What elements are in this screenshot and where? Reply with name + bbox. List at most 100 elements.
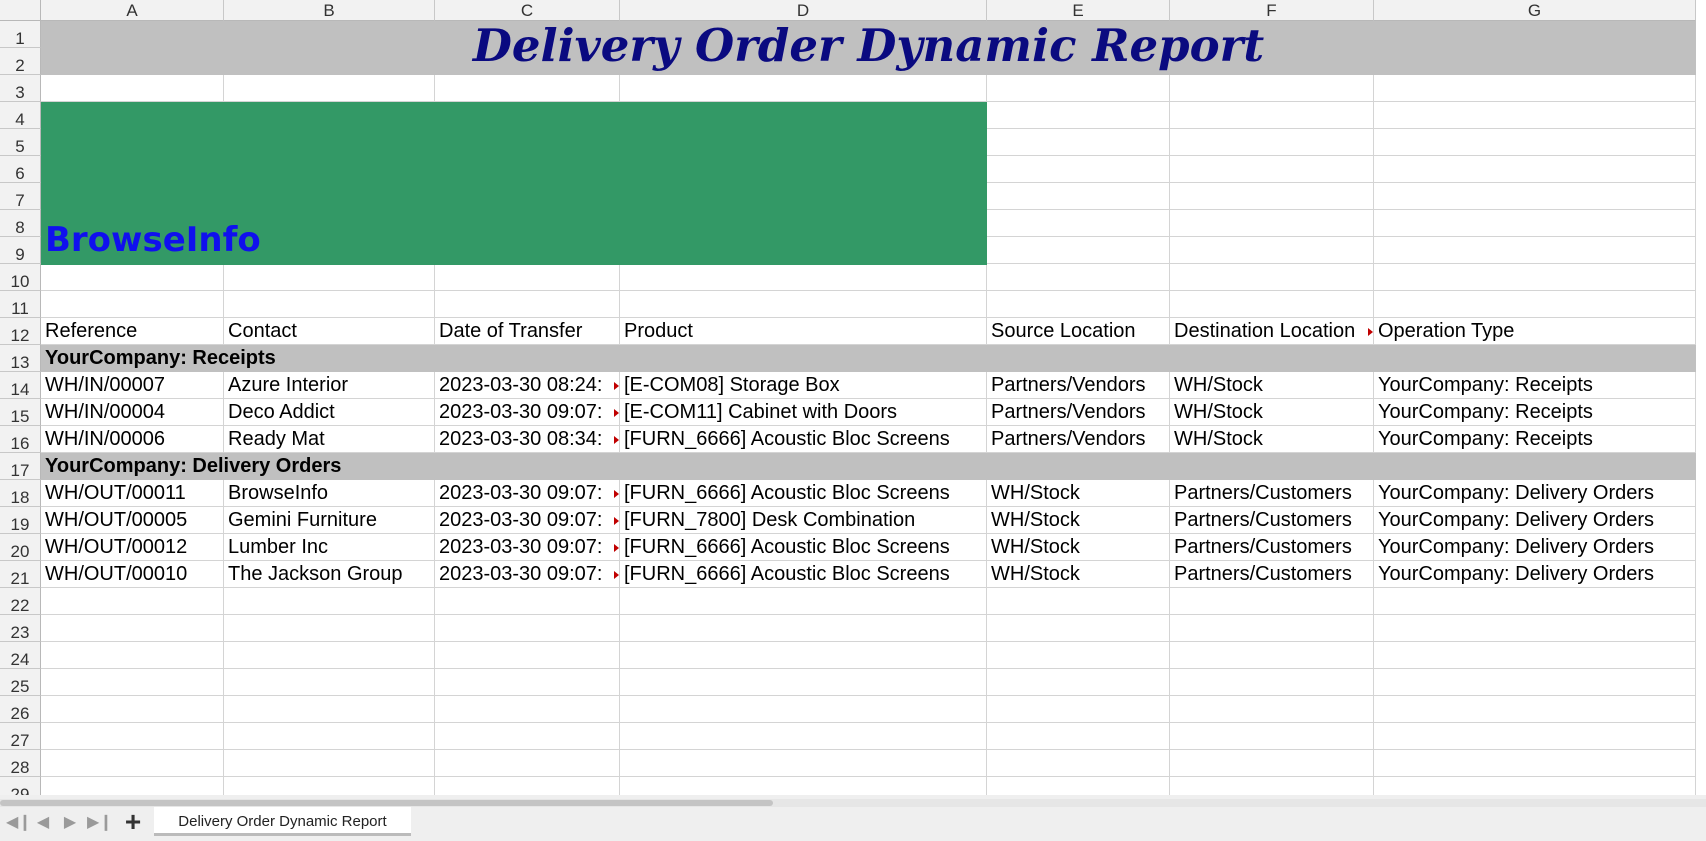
row-header-22[interactable]: 22 — [0, 588, 41, 615]
row-header-4[interactable]: 4 — [0, 102, 41, 129]
table-cell[interactable]: [FURN_6666] Acoustic Bloc Screens — [620, 426, 987, 453]
table-cell[interactable]: [FURN_6666] Acoustic Bloc Screens — [620, 561, 987, 588]
table-cell[interactable]: 2023-03-30 08:24: — [435, 372, 620, 399]
table-cell[interactable]: WH/Stock — [987, 561, 1170, 588]
group-header-cell[interactable]: YourCompany: Delivery Orders — [41, 453, 641, 480]
first-sheet-icon[interactable]: ◀❙ — [6, 812, 32, 834]
table-cell[interactable]: Partners/Customers — [1170, 561, 1374, 588]
table-cell[interactable]: YourCompany: Delivery Orders — [1374, 480, 1696, 507]
table-cell[interactable]: YourCompany: Delivery Orders — [1374, 507, 1696, 534]
table-cell[interactable]: WH/IN/00007 — [41, 372, 224, 399]
row-header-12[interactable]: 12 — [0, 318, 41, 345]
table-cell[interactable]: [E-COM11] Cabinet with Doors — [620, 399, 987, 426]
column-title-cell[interactable]: Destination Location — [1170, 318, 1374, 345]
column-header-d[interactable]: D — [620, 0, 987, 21]
row-header-18[interactable]: 18 — [0, 480, 41, 507]
table-cell[interactable]: Deco Addict — [224, 399, 435, 426]
column-header-c[interactable]: C — [435, 0, 620, 21]
table-cell[interactable]: YourCompany: Receipts — [1374, 399, 1696, 426]
table-cell[interactable]: Gemini Furniture — [224, 507, 435, 534]
table-cell[interactable]: 2023-03-30 09:07: — [435, 399, 620, 426]
table-cell[interactable]: [FURN_6666] Acoustic Bloc Screens — [620, 480, 987, 507]
row-header-23[interactable]: 23 — [0, 615, 41, 642]
table-cell[interactable]: 2023-03-30 09:07: — [435, 534, 620, 561]
table-cell[interactable]: WH/Stock — [1170, 426, 1374, 453]
row-header-27[interactable]: 27 — [0, 723, 41, 750]
table-cell[interactable]: YourCompany: Delivery Orders — [1374, 534, 1696, 561]
spreadsheet-grid[interactable]: ABCDEFG 1 2 3 4 5 6 7 8 9 10 11 12 13 14 15 16 17 18 19 20 2… — [0, 0, 1706, 795]
table-cell[interactable]: 2023-03-30 08:34: — [435, 426, 620, 453]
table-cell[interactable]: WH/OUT/00012 — [41, 534, 224, 561]
table-cell[interactable]: WH/Stock — [1170, 372, 1374, 399]
table-cell[interactable]: Partners/Vendors — [987, 426, 1170, 453]
column-title-cell[interactable]: Operation Type — [1374, 318, 1696, 345]
table-cell[interactable]: WH/OUT/00010 — [41, 561, 224, 588]
table-cell[interactable]: The Jackson Group — [224, 561, 435, 588]
row-header-24[interactable]: 24 — [0, 642, 41, 669]
row-header-19[interactable]: 19 — [0, 507, 41, 534]
add-sheet-icon[interactable]: + — [120, 808, 146, 836]
table-cell[interactable]: WH/Stock — [987, 480, 1170, 507]
row-header-13[interactable]: 13 — [0, 345, 41, 372]
table-cell[interactable]: WH/OUT/00011 — [41, 480, 224, 507]
table-cell[interactable]: BrowseInfo — [224, 480, 435, 507]
row-header-9[interactable]: 9 — [0, 237, 41, 264]
table-cell[interactable]: WH/Stock — [987, 534, 1170, 561]
scrollbar-thumb[interactable] — [0, 800, 773, 806]
table-cell[interactable]: 2023-03-30 09:07: — [435, 480, 620, 507]
table-cell[interactable]: 2023-03-30 09:07: — [435, 561, 620, 588]
row-header-6[interactable]: 6 — [0, 156, 41, 183]
last-sheet-icon[interactable]: ▶❙ — [87, 812, 113, 834]
row-header-5[interactable]: 5 — [0, 129, 41, 156]
row-header-8[interactable]: 8 — [0, 210, 41, 237]
column-header-a[interactable]: A — [41, 0, 224, 21]
column-header-e[interactable]: E — [987, 0, 1170, 21]
row-header-11[interactable]: 11 — [0, 291, 41, 318]
column-title-cell[interactable]: Reference — [41, 318, 224, 345]
table-cell[interactable]: WH/Stock — [1170, 399, 1374, 426]
table-cell[interactable]: [FURN_6666] Acoustic Bloc Screens — [620, 534, 987, 561]
select-all-corner[interactable] — [0, 0, 41, 21]
row-header-20[interactable]: 20 — [0, 534, 41, 561]
table-cell[interactable]: Partners/Customers — [1170, 480, 1374, 507]
row-header-2[interactable]: 2 — [0, 48, 41, 75]
column-header-f[interactable]: F — [1170, 0, 1374, 21]
table-cell[interactable]: [FURN_7800] Desk Combination — [620, 507, 987, 534]
row-header-26[interactable]: 26 — [0, 696, 41, 723]
row-header-14[interactable]: 14 — [0, 372, 41, 399]
sheet-tab[interactable]: Delivery Order Dynamic Report — [154, 807, 411, 836]
column-title-cell[interactable]: Product — [620, 318, 987, 345]
row-header-7[interactable]: 7 — [0, 183, 41, 210]
table-cell[interactable]: Partners/Vendors — [987, 399, 1170, 426]
group-header-cell[interactable]: YourCompany: Receipts — [41, 345, 641, 372]
row-header-3[interactable]: 3 — [0, 75, 41, 102]
table-cell[interactable]: Partners/Vendors — [987, 372, 1170, 399]
column-title-cell[interactable]: Date of Transfer — [435, 318, 620, 345]
column-header-g[interactable]: G — [1374, 0, 1696, 21]
table-cell[interactable]: WH/OUT/00005 — [41, 507, 224, 534]
column-title-cell[interactable]: Contact — [224, 318, 435, 345]
row-header-1[interactable]: 1 — [0, 21, 41, 48]
row-header-25[interactable]: 25 — [0, 669, 41, 696]
row-header-10[interactable]: 10 — [0, 264, 41, 291]
table-cell[interactable]: Ready Mat — [224, 426, 435, 453]
table-cell[interactable]: Partners/Customers — [1170, 534, 1374, 561]
row-header-29[interactable]: 29 — [0, 777, 41, 795]
table-cell[interactable]: WH/Stock — [987, 507, 1170, 534]
table-cell[interactable]: Azure Interior — [224, 372, 435, 399]
table-cell[interactable]: YourCompany: Receipts — [1374, 372, 1696, 399]
table-cell[interactable]: YourCompany: Delivery Orders — [1374, 561, 1696, 588]
table-cell[interactable]: [E-COM08] Storage Box — [620, 372, 987, 399]
table-cell[interactable]: Partners/Customers — [1170, 507, 1374, 534]
row-header-16[interactable]: 16 — [0, 426, 41, 453]
column-title-cell[interactable]: Source Location — [987, 318, 1170, 345]
table-cell[interactable]: WH/IN/00006 — [41, 426, 224, 453]
prev-sheet-icon[interactable]: ◀ — [33, 812, 53, 834]
row-header-21[interactable]: 21 — [0, 561, 41, 588]
row-header-28[interactable]: 28 — [0, 750, 41, 777]
row-header-17[interactable]: 17 — [0, 453, 41, 480]
column-header-b[interactable]: B — [224, 0, 435, 21]
table-cell[interactable]: WH/IN/00004 — [41, 399, 224, 426]
row-header-15[interactable]: 15 — [0, 399, 41, 426]
next-sheet-icon[interactable]: ▶ — [60, 812, 80, 834]
